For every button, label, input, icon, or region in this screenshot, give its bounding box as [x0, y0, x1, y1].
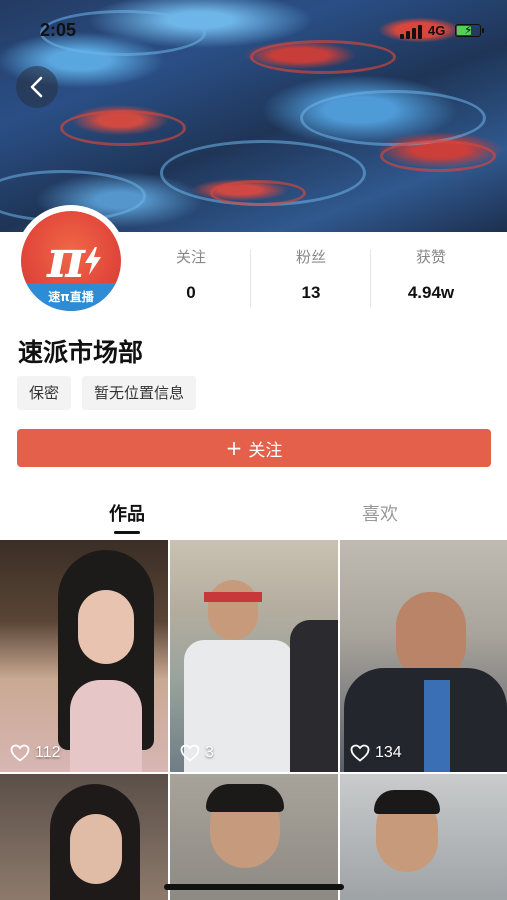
avatar-image: π 速π直播 — [21, 211, 121, 311]
thumb-figure — [290, 620, 338, 772]
video-thumbnail[interactable]: 3 — [170, 540, 338, 772]
back-icon — [30, 76, 43, 98]
banner-ripple — [300, 90, 486, 146]
network-label: 4G — [428, 23, 446, 38]
follow-label: 关注 — [248, 440, 283, 461]
thumb-shirt — [424, 680, 450, 772]
stat-likes[interactable]: 获赞 4.94w — [372, 245, 490, 303]
stat-label: 关注 — [175, 248, 206, 266]
tab-indicator — [114, 531, 140, 534]
status-bar: 2:05 4G ⚡ — [0, 0, 507, 60]
stat-followers[interactable]: 粉丝 13 — [252, 245, 370, 303]
status-time: 2:05 — [40, 20, 77, 40]
tag-gender: 保密 — [17, 376, 72, 410]
stat-value: 4.94w — [407, 283, 455, 302]
like-count-value: 112 — [35, 744, 61, 761]
avatar[interactable]: π 速π直播 — [18, 208, 124, 314]
heart-icon — [180, 744, 200, 762]
stat-label: 获赞 — [415, 248, 446, 266]
heart-icon — [350, 744, 370, 762]
divider — [370, 249, 371, 307]
avatar-brand: 速π直播 — [48, 290, 94, 304]
video-thumbnail[interactable]: 112 — [0, 540, 168, 772]
lightning-icon — [85, 247, 101, 275]
video-thumbnail[interactable] — [0, 774, 168, 900]
banner-ripple — [60, 110, 186, 146]
signal-icon — [400, 25, 424, 39]
like-count: 3 — [180, 744, 214, 762]
like-count-value: 3 — [205, 744, 214, 761]
profile-stats: 关注 0 粉丝 13 获赞 4.94w — [132, 245, 507, 315]
video-thumbnail[interactable] — [340, 774, 507, 900]
stat-following[interactable]: 关注 0 — [132, 245, 250, 303]
stat-label: 粉丝 — [295, 248, 326, 266]
stat-value: 0 — [186, 283, 196, 302]
like-count: 134 — [350, 744, 402, 762]
thumb-face — [396, 592, 466, 680]
video-thumbnail[interactable] — [170, 774, 338, 900]
like-count-value: 134 — [375, 744, 402, 761]
back-button[interactable] — [16, 66, 58, 108]
banner-ripple — [380, 140, 496, 172]
thumb-face — [208, 580, 258, 640]
thumb-face — [78, 590, 134, 664]
stat-value: 13 — [301, 283, 321, 302]
follow-button[interactable]: + 关注 — [17, 429, 491, 467]
plus-icon: + — [225, 436, 243, 460]
profile-name: 速派市场部 — [18, 338, 144, 367]
thumb-hair — [206, 784, 284, 812]
banner-ripple — [210, 180, 306, 206]
divider — [250, 249, 251, 307]
thumb-headband — [204, 592, 262, 602]
tab-likes[interactable]: 喜欢 — [320, 500, 440, 526]
video-thumbnail[interactable]: 134 — [340, 540, 507, 772]
like-count: 112 — [10, 744, 61, 762]
battery-icon: ⚡ — [455, 23, 484, 37]
thumb-body — [70, 680, 142, 772]
heart-icon — [10, 744, 30, 762]
thumb-hair — [374, 790, 440, 814]
video-grid: 112 3 134 — [0, 540, 507, 900]
thumb-face — [70, 814, 122, 884]
home-indicator[interactable] — [164, 884, 344, 890]
tag-location: 暂无位置信息 — [82, 376, 197, 410]
tab-works[interactable]: 作品 — [67, 500, 187, 526]
avatar-logo: π — [47, 229, 86, 290]
